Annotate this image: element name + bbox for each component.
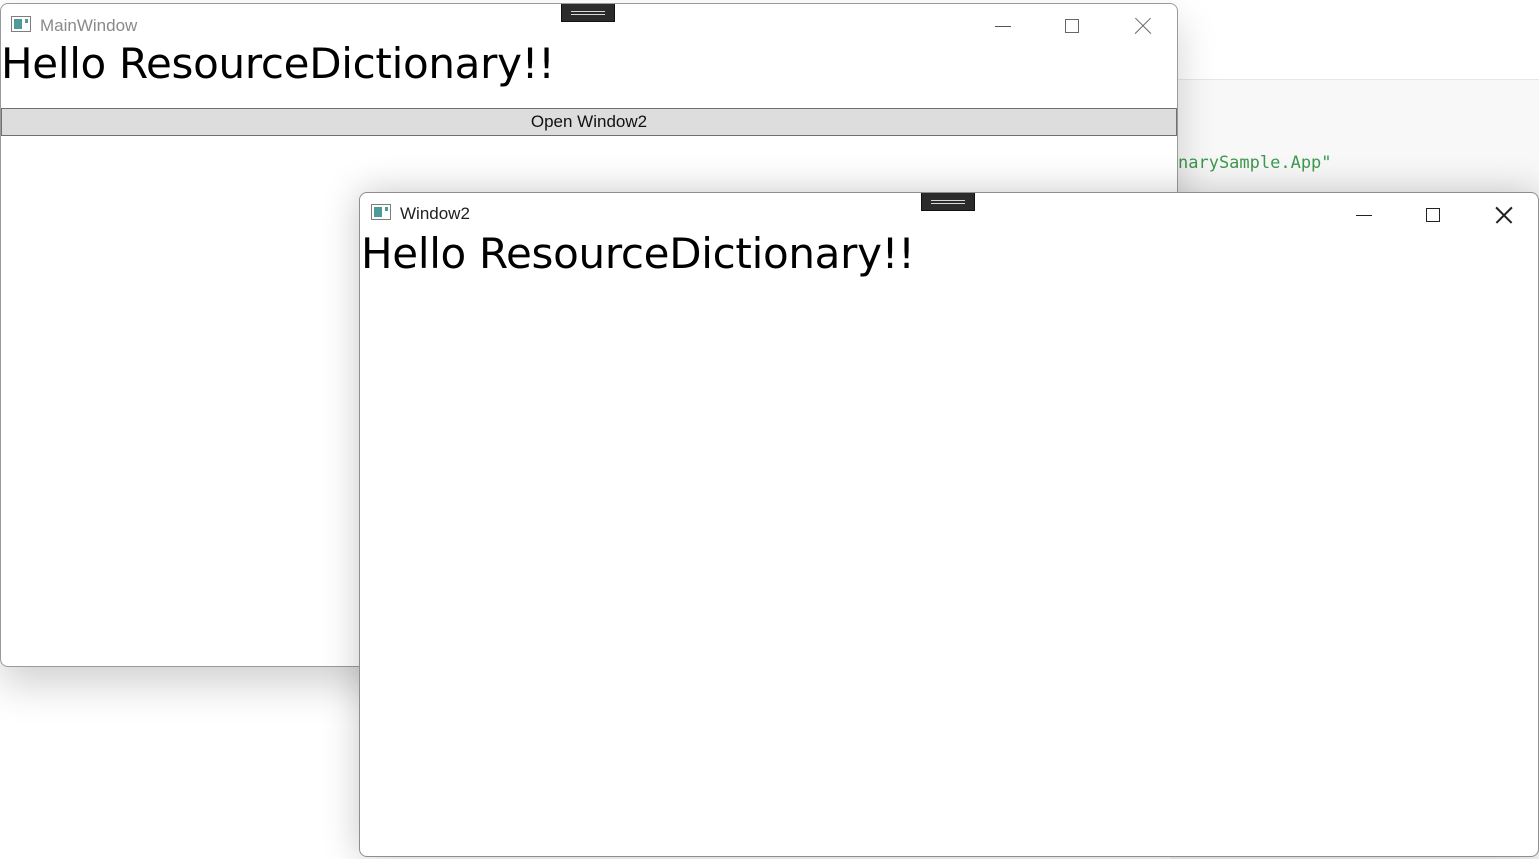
minimize-icon <box>995 25 1011 27</box>
maximize-icon <box>1065 19 1079 33</box>
maximize-button[interactable] <box>1398 193 1468 237</box>
main-window-title: MainWindow <box>40 16 138 35</box>
code-line: narySample.App" <box>1178 153 1332 173</box>
drag-grip-icon[interactable] <box>561 4 615 22</box>
close-button[interactable] <box>1469 193 1538 237</box>
close-button[interactable] <box>1108 4 1177 48</box>
close-icon <box>1495 206 1513 224</box>
desktop: narySample.App" MainWindow Hello Resourc… <box>0 0 1539 859</box>
main-window-heading: Hello ResourceDictionary!! <box>1 39 555 88</box>
drag-grip-icon[interactable] <box>921 193 975 211</box>
window2-title: Window2 <box>400 204 470 223</box>
close-icon <box>1134 17 1152 35</box>
minimize-button[interactable] <box>1329 193 1399 237</box>
minimize-button[interactable] <box>968 4 1038 48</box>
maximize-icon <box>1426 208 1440 222</box>
window2: Window2 Hello ResourceDictionary!! <box>359 192 1539 857</box>
app-window-icon <box>371 204 391 220</box>
open-window2-button[interactable]: Open Window2 <box>1 108 1177 136</box>
window2-heading: Hello ResourceDictionary!! <box>361 229 915 278</box>
minimize-icon <box>1356 214 1372 216</box>
app-window-icon <box>11 16 31 32</box>
maximize-button[interactable] <box>1037 4 1107 48</box>
